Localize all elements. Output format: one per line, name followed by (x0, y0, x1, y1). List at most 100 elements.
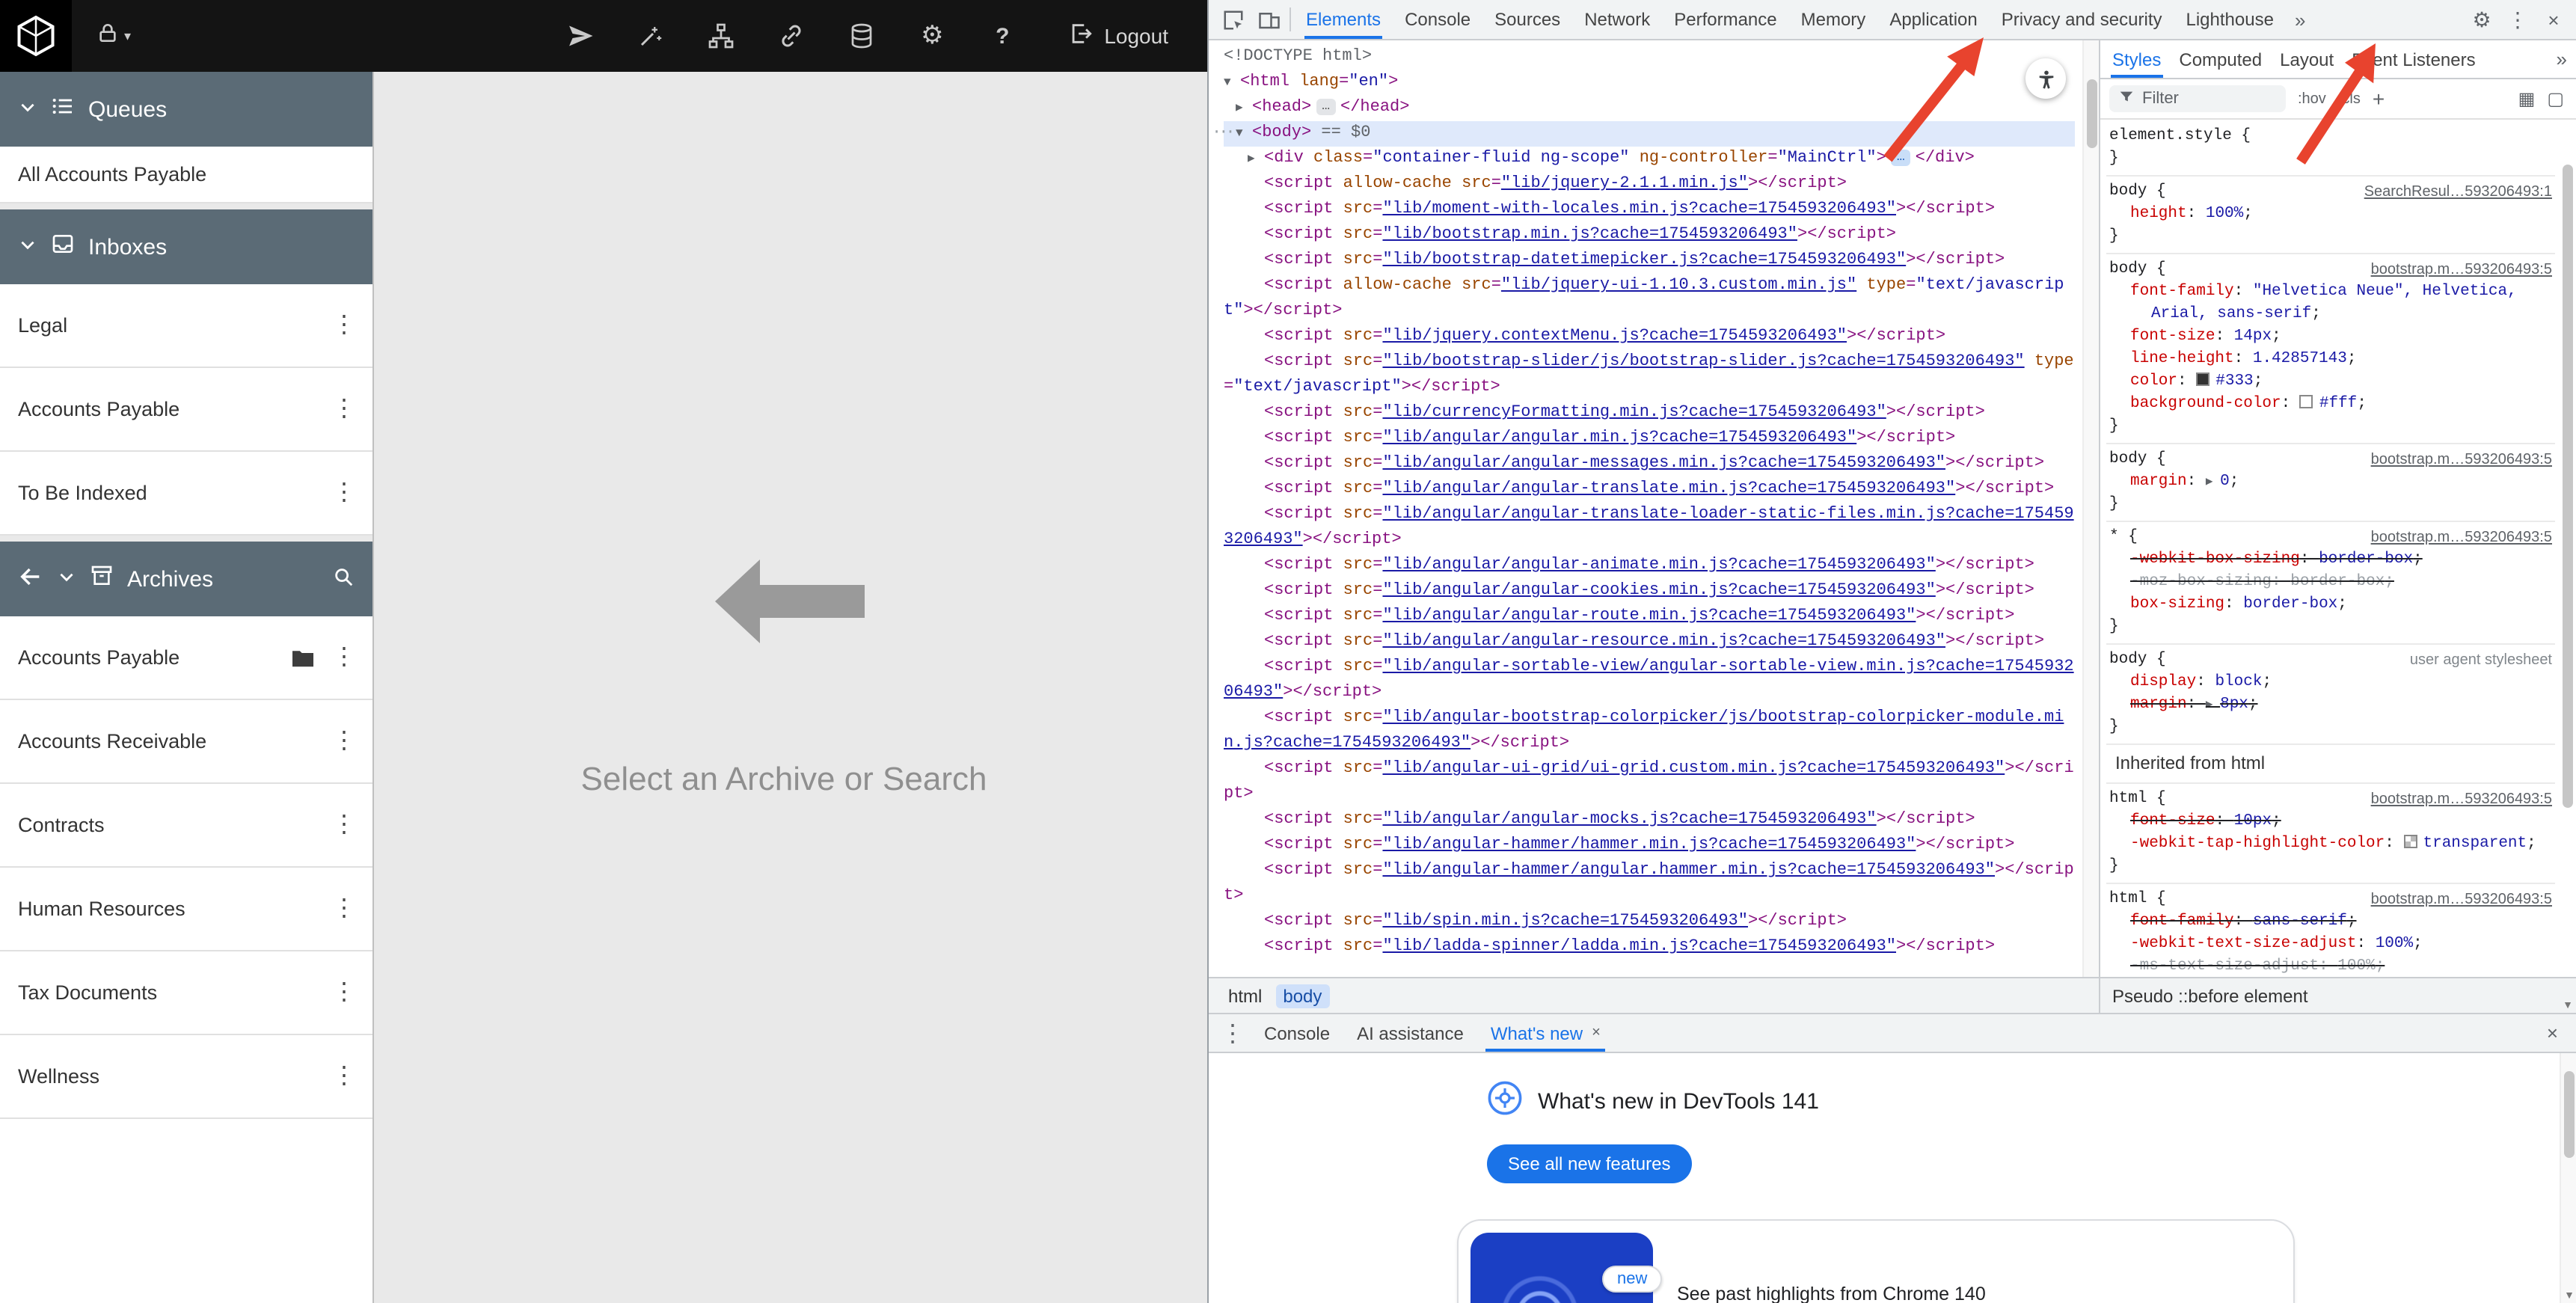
dom-node[interactable]: <script src="lib/angular/angular.min.js?… (1224, 426, 2075, 452)
css-declaration[interactable]: -webkit-box-sizing: border-box; (2109, 549, 2555, 571)
styles-scrollbar[interactable]: ▼ (2560, 120, 2576, 1013)
css-declaration[interactable]: font-size: 14px; (2109, 326, 2555, 349)
dom-node[interactable]: <script src="lib/spin.min.js?cache=17545… (1224, 910, 2075, 935)
toggle-element-state-button[interactable]: :hov (2298, 91, 2326, 107)
css-source-link[interactable]: bootstrap.m…593206493:5 (2371, 449, 2552, 471)
css-declaration[interactable]: box-sizing: border-box; (2109, 594, 2555, 616)
devtools-close-icon[interactable]: × (2537, 8, 2570, 31)
sidebar-item-contracts[interactable]: Contracts⋮ (0, 784, 372, 868)
css-source-link[interactable]: bootstrap.m…593206493:5 (2371, 259, 2552, 281)
dom-node[interactable]: <script src="lib/angular-hammer/angular.… (1224, 859, 2075, 910)
dom-node[interactable]: <!DOCTYPE html> (1224, 45, 2075, 70)
dom-node[interactable]: <script src="lib/angular/angular-animate… (1224, 554, 2075, 579)
dom-node[interactable]: ···▼<body> == $0 (1224, 121, 2075, 147)
drawer-tab-ai-assistance[interactable]: AI assistance (1343, 1014, 1477, 1052)
drawer-menu-icon[interactable]: ⋮ (1215, 1015, 1251, 1051)
dom-node[interactable]: ▼<html lang="en"> (1224, 70, 2075, 96)
devtools-tab-memory[interactable]: Memory (1789, 0, 1878, 39)
highlights-card[interactable]: new See past highlights from Chrome 140 (1457, 1219, 2295, 1303)
pseudo-before-section[interactable]: Pseudo ::before element (2100, 977, 2576, 1013)
archives-section-header[interactable]: Archives (0, 542, 372, 616)
dom-node[interactable]: <script src="lib/angular-hammer/hammer.m… (1224, 833, 2075, 859)
css-rule[interactable]: body {margin: ▶ 0;}bootstrap.m…593206493… (2106, 444, 2555, 522)
css-declaration[interactable]: -webkit-tap-highlight-color: transparent… (2109, 833, 2555, 856)
css-declaration[interactable]: -webkit-text-size-adjust: 100%; (2109, 933, 2555, 956)
sidebar-item-wellness[interactable]: Wellness⋮ (0, 1035, 372, 1119)
scrollbar-thumb[interactable] (2564, 1071, 2575, 1158)
element-classes-button[interactable]: .cls (2338, 91, 2361, 107)
inboxes-section-header[interactable]: Inboxes (0, 209, 372, 284)
send-icon[interactable] (565, 21, 595, 51)
css-rule[interactable]: html {font-size: 10px;-webkit-tap-highli… (2106, 784, 2555, 884)
sidebar-item-accounts-payable[interactable]: Accounts Payable⋮ (0, 368, 372, 452)
gear-icon[interactable]: ⚙ (917, 21, 947, 51)
item-menu-icon[interactable]: ⋮ (328, 397, 361, 421)
dom-node[interactable]: <script src="lib/moment-with-locales.min… (1224, 197, 2075, 223)
queues-section-header[interactable]: Queues (0, 72, 372, 147)
devtools-tab-sources[interactable]: Sources (1482, 0, 1572, 39)
css-source-link[interactable]: bootstrap.m…593206493:5 (2371, 788, 2552, 811)
item-menu-icon[interactable]: ⋮ (328, 646, 361, 669)
devtools-menu-icon[interactable]: ⋮ (2501, 7, 2534, 32)
item-menu-icon[interactable]: ⋮ (328, 313, 361, 337)
more-styles-tabs-button[interactable]: » (2548, 48, 2576, 70)
item-menu-icon[interactable]: ⋮ (328, 981, 361, 1005)
styles-tab-computed[interactable]: Computed (2170, 40, 2271, 78)
sidebar-item-accounts-payable[interactable]: Accounts Payable⋮ (0, 616, 372, 700)
close-tab-icon[interactable]: × (1592, 1025, 1601, 1041)
accessibility-button[interactable] (2025, 58, 2066, 99)
css-rule[interactable]: body {height: 100%;}SearchResul…59320649… (2106, 177, 2555, 254)
css-declaration[interactable]: font-family: sans-serif; (2109, 911, 2555, 933)
sidebar-item-queue[interactable]: All Accounts Payable (0, 147, 372, 203)
devtools-tab-console[interactable]: Console (1393, 0, 1482, 39)
more-tabs-button[interactable]: » (2286, 8, 2314, 31)
css-declaration[interactable]: -moz-box-sizing: border-box; (2109, 571, 2555, 594)
scrollbar-thumb[interactable] (2087, 79, 2097, 148)
css-rule[interactable]: element.style {} (2106, 121, 2555, 177)
expand-ellipsis-button[interactable]: … (1891, 150, 1911, 166)
css-declaration[interactable]: font-size: 10px; (2109, 811, 2555, 833)
drawer-scrollbar[interactable]: ▼ (2560, 1053, 2576, 1303)
item-menu-icon[interactable]: ⋮ (328, 813, 361, 837)
dom-tree[interactable]: <!DOCTYPE html>▼<html lang="en">▶<head>…… (1209, 40, 2099, 977)
scroll-down-arrow-icon[interactable]: ▼ (2561, 1291, 2576, 1302)
item-menu-icon[interactable]: ⋮ (328, 897, 361, 921)
css-declaration[interactable]: margin: ▶ 0; (2109, 471, 2555, 494)
item-menu-icon[interactable]: ⋮ (328, 481, 361, 505)
drawer-close-icon[interactable]: × (2535, 1022, 2570, 1044)
dom-node[interactable]: <script src="lib/jquery.contextMenu.js?c… (1224, 325, 2075, 350)
devtools-settings-icon[interactable]: ⚙ (2465, 7, 2498, 32)
css-declaration[interactable]: color: #333; (2109, 371, 2555, 393)
dom-node[interactable]: <script src="lib/bootstrap-datetimepicke… (1224, 248, 2075, 274)
dom-node[interactable]: ▶<head>…</head> (1224, 96, 2075, 121)
css-source-link[interactable]: SearchResul…593206493:1 (2364, 181, 2552, 203)
sidebar-item-legal[interactable]: Legal⋮ (0, 284, 372, 368)
scroll-down-arrow-icon[interactable]: ▼ (2560, 1001, 2576, 1011)
css-rule[interactable]: html {font-family: sans-serif;-webkit-te… (2106, 884, 2555, 977)
inspect-element-icon[interactable] (1215, 1, 1251, 37)
css-rule[interactable]: * {-webkit-box-sizing: border-box;-moz-b… (2106, 522, 2555, 645)
breadcrumb-body[interactable]: body (1275, 984, 1329, 1008)
dom-node[interactable]: <script src="lib/angular/angular-mocks.j… (1224, 808, 2075, 833)
help-icon[interactable]: ? (987, 21, 1017, 51)
dom-node[interactable]: <script allow-cache src="lib/jquery-ui-1… (1224, 274, 2075, 325)
sidebar-item-human-resources[interactable]: Human Resources⋮ (0, 868, 372, 951)
dom-node[interactable]: <script src="lib/angular/angular-transla… (1224, 477, 2075, 503)
magic-wand-icon[interactable] (636, 21, 666, 51)
styles-tab-styles[interactable]: Styles (2103, 40, 2170, 78)
css-rule[interactable]: body {display: block;margin: ▶ 8px;}user… (2106, 645, 2555, 745)
elements-scrollbar[interactable] (2082, 40, 2099, 977)
styles-tab-event-listeners[interactable]: Event Listeners (2343, 40, 2484, 78)
app-logo[interactable] (0, 0, 72, 72)
css-declaration[interactable]: line-height: 1.42857143; (2109, 349, 2555, 371)
sidebar-item-to-be-indexed[interactable]: To Be Indexed⋮ (0, 452, 372, 536)
link-icon[interactable] (776, 21, 806, 51)
css-rule[interactable]: body {font-family: "Helvetica Neue", Hel… (2106, 254, 2555, 444)
dom-node[interactable]: ▶<div class="container-fluid ng-scope" n… (1224, 147, 2075, 172)
css-declaration[interactable]: -ms-text-size-adjust: 100%; (2109, 956, 2555, 977)
dom-node[interactable]: <script src="lib/bootstrap-slider/js/boo… (1224, 350, 2075, 401)
see-all-new-features-button[interactable]: See all new features (1487, 1144, 1691, 1183)
devtools-tab-elements[interactable]: Elements (1294, 0, 1393, 39)
item-menu-icon[interactable]: ⋮ (328, 729, 361, 753)
drawer-tab-console[interactable]: Console (1251, 1014, 1343, 1052)
